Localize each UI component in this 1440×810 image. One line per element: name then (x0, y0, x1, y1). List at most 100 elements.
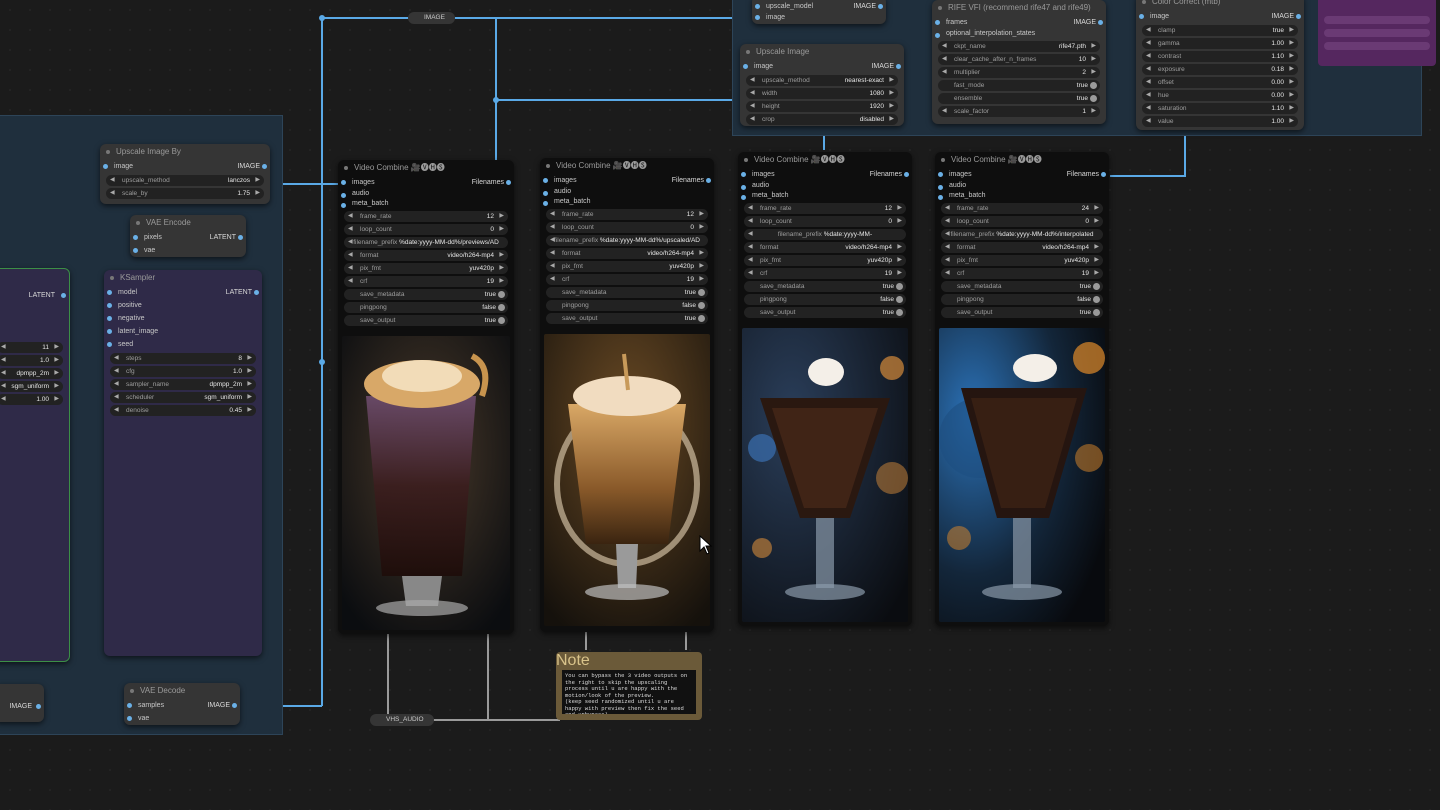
widget-offset[interactable]: offset0.00 (1142, 77, 1298, 88)
widget-denoise[interactable]: denoise0.45 (110, 405, 256, 416)
vae-decode-node[interactable]: VAE Decode samples IMAGE vae (124, 683, 240, 725)
node-io-row[interactable]: images Filenames (738, 168, 912, 181)
widget-height[interactable]: height1920 (746, 101, 898, 112)
video-combine-node-3[interactable]: Video Combine 🎥🅥🅗🅢 images Filenames audio… (738, 152, 912, 626)
widget-fast-mode[interactable]: fast_mode true (938, 80, 1100, 91)
note-node[interactable]: Note You can bypass the 3 video outputs … (556, 652, 702, 720)
video-preview[interactable] (742, 328, 908, 622)
node-io-row[interactable]: positive (104, 299, 262, 312)
node-io-row[interactable]: meta_batch (338, 199, 514, 209)
video-preview[interactable] (342, 336, 510, 630)
widget-save-metadata[interactable]: save_metadata true (941, 281, 1103, 292)
widget-frame-rate[interactable]: frame_rate24 (941, 203, 1103, 214)
widget-frame-rate[interactable]: frame_rate12 (344, 211, 508, 222)
widget-loop-count[interactable]: loop_count0 (941, 216, 1103, 227)
widget-pix-fmt[interactable]: pix_fmtyuv420p (744, 255, 906, 266)
video-combine-node-2[interactable]: Video Combine 🎥🅥🅗🅢 images Filenames audio… (540, 158, 714, 632)
left-ksampler-output[interactable]: LATENT (0, 289, 69, 302)
widget-scale-factor[interactable]: scale_factor1 (938, 106, 1100, 117)
node-io-row[interactable]: meta_batch (540, 197, 714, 207)
node-io-row[interactable]: samples IMAGE (124, 699, 240, 712)
node-io-row[interactable]: optional_interpolation_states (932, 29, 1106, 39)
node-title[interactable]: RIFE VFI (recommend rife47 and rife49) (932, 0, 1106, 16)
widget-value[interactable]: value1.00 (1142, 116, 1298, 127)
widget-save-output[interactable]: save_output true (744, 307, 906, 318)
node-io-row[interactable]: audio (338, 189, 514, 199)
widget-frame-rate[interactable]: frame_rate12 (546, 209, 708, 220)
node-io-row[interactable]: vae (124, 712, 240, 725)
node-io-row[interactable]: images Filenames (338, 176, 514, 189)
widget-save-output[interactable]: save_output true (546, 313, 708, 324)
node-title[interactable]: Video Combine 🎥🅥🅗🅢 (738, 152, 912, 168)
widget-save-output[interactable]: save_output true (941, 307, 1103, 318)
widget-save-metadata[interactable]: save_metadata true (744, 281, 906, 292)
widget-crf[interactable]: crf19 (941, 268, 1103, 279)
widget-format[interactable]: formatvideo/h264-mp4 (344, 250, 508, 261)
note-text[interactable]: You can bypass the 3 video outputs on th… (562, 670, 696, 714)
widget-pix-fmt[interactable]: pix_fmtyuv420p (941, 255, 1103, 266)
node-io-row[interactable]: meta_batch (935, 191, 1109, 201)
widget-format[interactable]: formatvideo/h264-mp4 (744, 242, 906, 253)
widget-scale-by[interactable]: scale_by1.75 (106, 188, 264, 199)
rife-vfi-node[interactable]: RIFE VFI (recommend rife47 and rife49) f… (932, 0, 1106, 124)
widget-format[interactable]: formatvideo/h264-mp4 (941, 242, 1103, 253)
widget-filename-prefix[interactable]: filename_prefix %date:yyyy-MM-dd%/previe… (344, 237, 508, 248)
widget-save-metadata[interactable]: save_metadata true (546, 287, 708, 298)
node-io-row[interactable]: image IMAGE (100, 160, 270, 173)
widget-upscale-method[interactable]: upscale_methodnearest-exact (746, 75, 898, 86)
widget-save-output[interactable]: save_output true (344, 315, 508, 326)
node-title[interactable]: Upscale Image (740, 44, 904, 60)
ksampler-node[interactable]: KSampler model LATENT positive negative l… (104, 270, 262, 656)
vae-encode-node[interactable]: VAE Encode pixels LATENT vae (130, 215, 246, 257)
node-io-row[interactable]: latent_image (104, 325, 262, 338)
widget-pingpong[interactable]: pingpong false (344, 302, 508, 313)
node-io-row[interactable]: images Filenames (540, 174, 714, 187)
widget-crop[interactable]: cropdisabled (746, 114, 898, 125)
node-io-row[interactable]: negative (104, 312, 262, 325)
widget-exposure[interactable]: exposure0.18 (1142, 64, 1298, 75)
node-title[interactable]: KSampler (104, 270, 262, 286)
widget-filename-prefix[interactable]: filename_prefix %date:yyyy-MM-dd%/interp… (941, 229, 1103, 240)
node-io-row[interactable]: audio (738, 181, 912, 191)
widget-hue[interactable]: hue0.00 (1142, 90, 1298, 101)
left-widget-steps[interactable]: 11 (0, 342, 63, 353)
widget-pingpong[interactable]: pingpong false (744, 294, 906, 305)
node-title[interactable]: Upscale Image By (100, 144, 270, 160)
left-image-output-node[interactable]: IMAGE (0, 684, 44, 722)
node-io-row[interactable]: image IMAGE (1136, 10, 1304, 23)
widget-steps[interactable]: steps8 (110, 353, 256, 364)
widget-scheduler[interactable]: schedulersgm_uniform (110, 392, 256, 403)
left-image-output[interactable]: IMAGE (0, 700, 44, 713)
node-io-row[interactable]: images Filenames (935, 168, 1109, 181)
node-io-row[interactable]: image IMAGE (740, 60, 904, 73)
widget-pingpong[interactable]: pingpong false (941, 294, 1103, 305)
video-combine-node-1[interactable]: Video Combine 🎥🅥🅗🅢 images Filenames audio… (338, 160, 514, 634)
node-io-row[interactable]: pixels LATENT (130, 231, 246, 244)
node-title[interactable]: Video Combine 🎥🅥🅗🅢 (540, 158, 714, 174)
left-widget-denoise[interactable]: 1.00 (0, 394, 63, 405)
widget-ensemble[interactable]: ensemble true (938, 93, 1100, 104)
widget-pix-fmt[interactable]: pix_fmtyuv420p (546, 261, 708, 272)
widget-upscale-method[interactable]: upscale_methodlanczos (106, 175, 264, 186)
upscale-image-node[interactable]: Upscale Image imageIMAGE upscale_methodn… (740, 44, 904, 126)
color-correct-node[interactable]: Color Correct (mtb) imageIMAGE clamptrue… (1136, 0, 1304, 130)
video-combine-node-4[interactable]: Video Combine 🎥🅥🅗🅢 images Filenames audio… (935, 152, 1109, 626)
left-widget-scheduler[interactable]: sgm_uniform (0, 381, 63, 392)
node-title[interactable]: Video Combine 🎥🅥🅗🅢 (338, 160, 514, 176)
node-io-row[interactable]: vae (130, 244, 246, 257)
widget-clear-cache[interactable]: clear_cache_after_n_frames10 (938, 54, 1100, 65)
widget-format[interactable]: formatvideo/h264-mp4 (546, 248, 708, 259)
widget-contrast[interactable]: contrast1.10 (1142, 51, 1298, 62)
widget-cfg[interactable]: cfg1.0 (110, 366, 256, 377)
vhs-audio-reroute[interactable]: VHS_AUDIO (370, 714, 434, 726)
widget-filename-prefix[interactable]: filename_prefix %date:yyyy-MM-dd%/upscal… (744, 229, 906, 249)
node-title[interactable]: VAE Encode (130, 215, 246, 231)
widget-filename-prefix[interactable]: filename_prefix %date:yyyy-MM-dd%/upscal… (546, 235, 708, 246)
widget-crf[interactable]: crf19 (744, 268, 906, 279)
widget-saturation[interactable]: saturation1.10 (1142, 103, 1298, 114)
node-io-row[interactable]: audio (540, 187, 714, 197)
widget-loop-count[interactable]: loop_count0 (344, 224, 508, 235)
widget-crf[interactable]: crf19 (344, 276, 508, 287)
video-preview[interactable] (939, 328, 1105, 622)
widget-clamp[interactable]: clamptrue (1142, 25, 1298, 36)
